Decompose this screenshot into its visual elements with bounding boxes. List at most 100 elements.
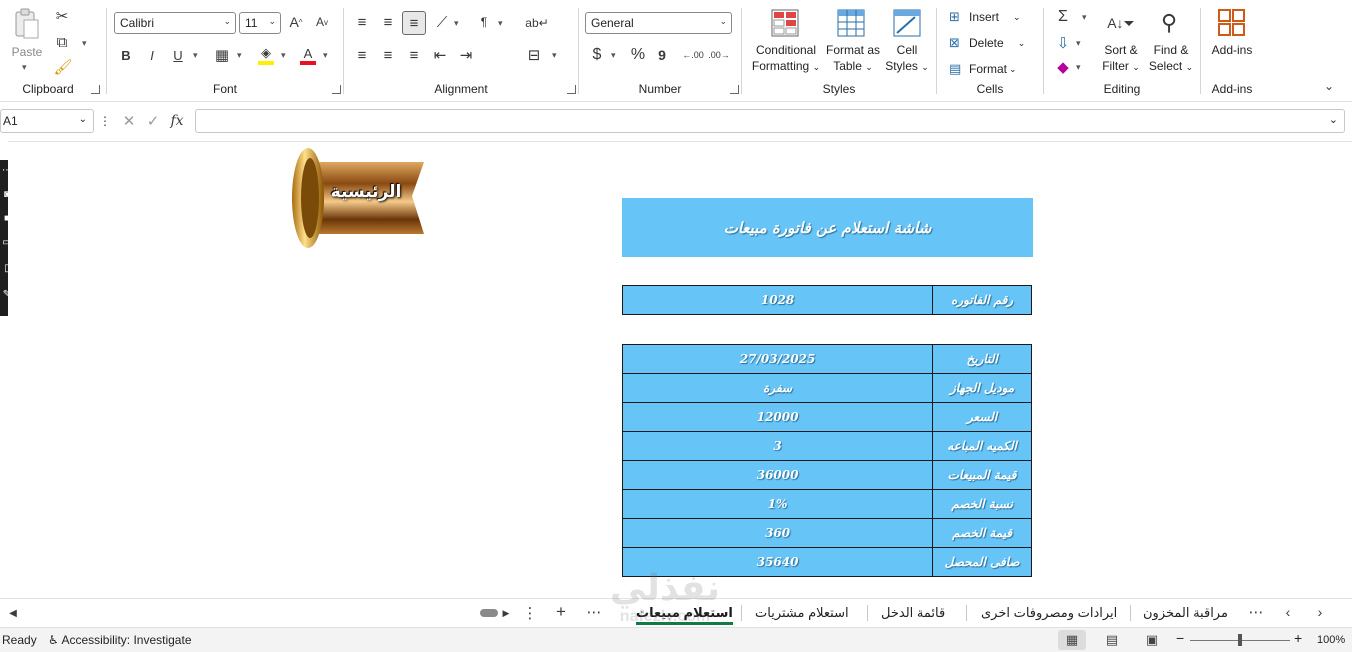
comma-button[interactable]: 9 [655, 46, 669, 64]
zoom-out-button[interactable]: − [1176, 630, 1184, 646]
tab-purchases-inquiry[interactable]: استعلام مشتريات [755, 603, 849, 625]
fill-color-button[interactable]: ◈ [257, 44, 275, 66]
percent-button[interactable]: % [629, 46, 647, 64]
tab-other-revenues-expenses[interactable]: ايرادات ومصروفات اخرى [981, 603, 1117, 625]
scroll-right-icon[interactable]: ▶ [500, 605, 512, 621]
align-right-icon[interactable]: ≡ [404, 46, 424, 64]
alignment-launcher-icon[interactable] [567, 85, 576, 94]
normal-view-button[interactable]: ▦ [1058, 630, 1086, 650]
chevron-left-icon[interactable]: ‹ [1280, 603, 1296, 621]
clear-dropdown-icon[interactable]: ▾ [1076, 62, 1081, 73]
number-format-combo[interactable]: General ⌄ [585, 12, 732, 34]
sales-value[interactable]: 36000 [621, 460, 934, 490]
conditional-formatting-button[interactable]: Conditional Formatting ⌄ [746, 42, 826, 75]
more-tabs-icon[interactable]: ⋯ [1248, 604, 1264, 621]
quantity-value[interactable]: 3 [621, 431, 934, 461]
fill-color-dropdown-icon[interactable]: ▾ [281, 50, 286, 61]
autosum-dropdown-icon[interactable]: ▾ [1082, 12, 1087, 23]
tab-sales-inquiry[interactable]: استعلام مبيعات [636, 603, 733, 625]
cancel-icon[interactable]: ✕ [120, 112, 138, 130]
find-select-icon[interactable]: ⚲ [1154, 8, 1184, 38]
fill-down-icon[interactable]: ⇩ [1054, 34, 1072, 52]
cell-styles-icon[interactable] [892, 8, 922, 38]
formula-input[interactable]: ⌄ [195, 109, 1345, 133]
addins-button[interactable]: Add-ins [1203, 42, 1261, 58]
horizontal-scrollbar-thumb[interactable] [480, 609, 498, 617]
underline-button[interactable]: U [169, 46, 187, 64]
orientation-dropdown-icon[interactable]: ▾ [454, 18, 459, 29]
sort-filter-button[interactable]: Sort & Filter ⌄ [1098, 42, 1144, 75]
merge-center-icon[interactable]: ⊟ [524, 46, 544, 64]
enter-icon[interactable]: ✓ [144, 112, 162, 130]
expand-formula-icon[interactable]: ⌄ [1329, 113, 1338, 126]
underline-dropdown-icon[interactable]: ▾ [193, 50, 198, 61]
accessibility-button[interactable]: ♿ Accessibility: Investigate [48, 633, 192, 647]
model-value[interactable]: سفرة [621, 373, 934, 403]
zoom-slider-thumb[interactable] [1238, 634, 1242, 646]
new-sheet-button[interactable]: + [552, 602, 570, 621]
copy-dropdown-icon[interactable]: ▾ [82, 38, 87, 49]
merge-dropdown-icon[interactable]: ▾ [552, 50, 557, 61]
format-as-table-icon[interactable] [836, 8, 866, 38]
cut-icon[interactable]: ✂ [54, 8, 70, 25]
page-break-button[interactable]: ▣ [1138, 630, 1166, 650]
addins-icon[interactable] [1217, 8, 1247, 38]
zoom-in-button[interactable]: + [1294, 630, 1302, 646]
chevron-right-icon[interactable]: › [1312, 603, 1328, 621]
format-as-table-button[interactable]: Format as Table ⌄ [824, 42, 882, 75]
top-align-icon[interactable]: ≡ [352, 12, 372, 32]
page-layout-button[interactable]: ▤ [1098, 630, 1126, 650]
discount-value[interactable]: 360 [621, 518, 934, 548]
paste-dropdown-icon[interactable]: ▾ [22, 62, 27, 73]
name-box[interactable]: A1 ⌄ [0, 109, 94, 133]
clipboard-launcher-icon[interactable] [91, 85, 100, 94]
insert-button[interactable]: ⊞ Insert ⌄ [949, 8, 1039, 26]
fill-dropdown-icon[interactable]: ▾ [1076, 38, 1081, 49]
discount-rate-value[interactable]: 1% [621, 489, 934, 519]
decrease-decimal-icon[interactable]: .00→ [708, 46, 730, 64]
more-options-icon[interactable]: ⋮ [99, 112, 111, 130]
font-color-button[interactable]: A [299, 44, 317, 66]
scroll-left-icon[interactable]: ◀ [6, 605, 20, 621]
tabs-options-icon[interactable]: ⋮ [523, 605, 538, 622]
align-center-icon[interactable]: ≡ [378, 46, 398, 64]
rtl-dropdown-icon[interactable]: ▾ [498, 18, 503, 29]
tab-inventory-control[interactable]: مراقبة المخزون [1143, 603, 1228, 625]
grow-font-button[interactable]: A ^ [287, 13, 305, 31]
font-color-dropdown-icon[interactable]: ▾ [323, 50, 328, 61]
borders-dropdown-icon[interactable]: ▾ [237, 50, 242, 61]
copy-icon[interactable]: ⧉ [54, 34, 70, 51]
format-button[interactable]: ▤ Format ⌄ [949, 60, 1039, 78]
paste-button[interactable] [12, 8, 42, 42]
font-name-combo[interactable]: Calibri ⌄ [114, 12, 236, 34]
currency-button[interactable]: $ [589, 46, 605, 64]
find-select-button[interactable]: Find & Select ⌄ [1146, 42, 1196, 75]
insert-function-button[interactable]: fx [166, 111, 188, 131]
rtl-text-icon[interactable]: ¶ [474, 12, 494, 32]
increase-decimal-icon[interactable]: ←.00 [682, 46, 704, 64]
format-painter-icon[interactable]: 🖌 [53, 58, 72, 76]
increase-indent-icon[interactable]: ⇥ [456, 46, 476, 64]
number-launcher-icon[interactable] [730, 85, 739, 94]
delete-button[interactable]: ⊠ Delete ⌄ [949, 34, 1039, 52]
net-value[interactable]: 35640 [621, 547, 934, 577]
font-launcher-icon[interactable] [332, 85, 341, 94]
invoice-number-value[interactable]: 1028 [621, 285, 934, 315]
more-sheets-icon[interactable]: ⋯ [586, 604, 602, 621]
tab-income-statement[interactable]: قائمة الدخل [881, 603, 945, 625]
middle-align-icon[interactable]: ≡ [378, 12, 398, 32]
collapse-ribbon-icon[interactable]: ⌄ [1320, 78, 1338, 94]
autosum-icon[interactable]: Σ [1054, 8, 1072, 26]
orientation-icon[interactable]: ⟋ [432, 12, 452, 32]
bold-button[interactable]: B [117, 46, 135, 64]
date-value[interactable]: 27/03/2025 [621, 344, 934, 374]
home-shape-button[interactable]: الرئيسية [290, 146, 424, 250]
font-size-combo[interactable]: 11 ⌄ [239, 12, 281, 34]
sort-filter-icon[interactable]: A↓⏷ [1106, 8, 1136, 38]
cell-styles-button[interactable]: Cell Styles ⌄ [884, 42, 930, 75]
bottom-align-icon[interactable]: ≡ [402, 11, 426, 35]
conditional-formatting-icon[interactable] [770, 8, 800, 38]
zoom-level[interactable]: 100% [1317, 634, 1345, 646]
align-left-icon[interactable]: ≡ [352, 46, 372, 64]
wrap-text-icon[interactable]: ab↵ [525, 12, 548, 34]
